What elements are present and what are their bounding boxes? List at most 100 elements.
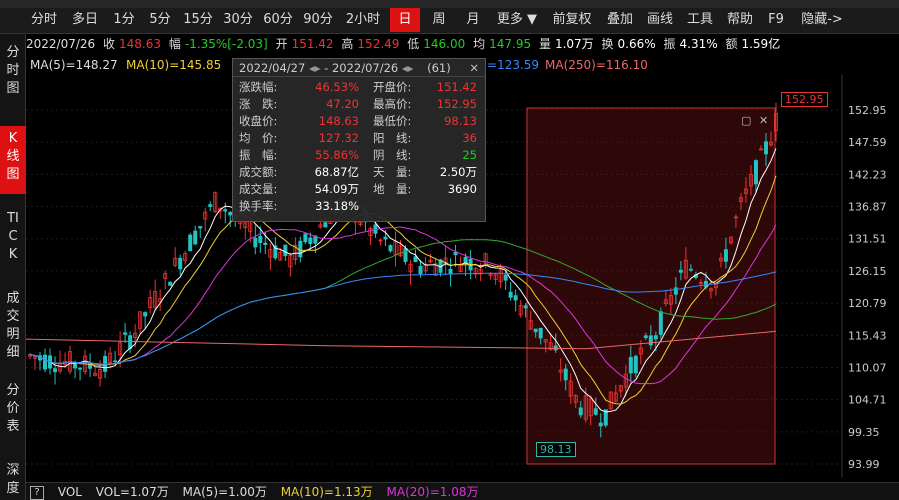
price-tick-label: 126.15 bbox=[848, 265, 887, 278]
amplitude-value: 4.31% bbox=[679, 37, 718, 51]
candle-body bbox=[308, 237, 313, 245]
vol-ma10: MA(10)=1.13万 bbox=[280, 485, 373, 499]
candle-body bbox=[193, 230, 198, 245]
toolbar-tab-2[interactable]: 1分 bbox=[108, 8, 140, 32]
vol-indicator-label[interactable]: VOL bbox=[58, 485, 82, 499]
leftnav-item-5[interactable]: 深度 bbox=[0, 458, 26, 500]
candle-body bbox=[598, 422, 603, 427]
stat-label: 成交额: bbox=[239, 165, 278, 179]
toolbar-tab-16[interactable]: 工具 bbox=[682, 8, 718, 32]
maximize-icon[interactable]: ▢ bbox=[741, 114, 751, 127]
toolbar-tab-3[interactable]: 5分 bbox=[144, 8, 176, 32]
leftnav-item-1[interactable]: K线图 bbox=[0, 126, 26, 194]
ma120-legend: =123.59 bbox=[487, 58, 540, 72]
stat-value: 36 bbox=[462, 131, 477, 145]
candle-body bbox=[198, 226, 203, 229]
candle-body bbox=[168, 281, 173, 286]
candle-body bbox=[658, 311, 663, 335]
candle-body bbox=[673, 287, 678, 295]
toolbar-tab-17[interactable]: 帮助 bbox=[722, 8, 758, 32]
stat-value: 46.53% bbox=[315, 80, 359, 94]
stats-row: 涨跌幅: 46.53% 开盘价: 151.42 bbox=[233, 79, 487, 96]
open-value: 151.42 bbox=[291, 37, 334, 51]
candle-body bbox=[178, 257, 183, 270]
toolbar-tab-18[interactable]: F9 bbox=[762, 8, 790, 32]
toolbar-tab-9[interactable]: 日 bbox=[390, 8, 420, 32]
price-tick-label: 110.07 bbox=[848, 361, 887, 374]
amount-value: 1.59亿 bbox=[741, 37, 781, 51]
candle-body bbox=[628, 357, 633, 374]
toolbar-tab-15[interactable]: 画线 bbox=[642, 8, 678, 32]
stat-label: 最低价: bbox=[373, 114, 412, 128]
candle-body bbox=[383, 236, 388, 240]
window-title-strip bbox=[0, 0, 899, 8]
toolbar-tab-12[interactable]: 更多 ▼ bbox=[492, 8, 542, 32]
candle-body bbox=[263, 242, 268, 245]
candle-body bbox=[323, 222, 328, 228]
candle-body bbox=[643, 335, 648, 339]
toolbar-tab-19[interactable]: 隐藏-> bbox=[794, 8, 850, 32]
toolbar-tab-1[interactable]: 多日 bbox=[66, 8, 104, 32]
toolbar-tab-10[interactable]: 周 bbox=[424, 8, 454, 32]
stats-row: 成交额: 68.87亿天 量: 2.50万 bbox=[233, 164, 487, 181]
toolbar-tab-14[interactable]: 叠加 bbox=[602, 8, 638, 32]
stat-label: 阴 线: bbox=[373, 148, 412, 162]
candle-body bbox=[113, 360, 118, 363]
toolbar-tab-0[interactable]: 分时 bbox=[26, 8, 62, 32]
leftnav-item-4[interactable]: 分价表 bbox=[0, 378, 26, 438]
range-end-stepper-icon[interactable]: ◂▸ bbox=[402, 61, 414, 75]
leftnav-item-2[interactable]: TICK bbox=[0, 206, 26, 284]
turnover-label: 换 bbox=[601, 37, 614, 51]
toolbar-tab-7[interactable]: 90分 bbox=[300, 8, 336, 32]
ma250-legend: MA(250)=116.10 bbox=[545, 58, 648, 72]
stat-value: 151.42 bbox=[436, 80, 477, 94]
toolbar-tab-5[interactable]: 30分 bbox=[220, 8, 256, 32]
leftnav-item-3[interactable]: 成交明细 bbox=[0, 286, 26, 364]
price-tick-label: 120.79 bbox=[848, 297, 887, 310]
candle-body bbox=[53, 368, 58, 373]
candle-body bbox=[253, 237, 258, 248]
candle-body bbox=[513, 295, 518, 301]
candle-body bbox=[388, 245, 393, 252]
candle-body bbox=[188, 234, 193, 252]
candle-body bbox=[453, 251, 458, 256]
toolbar-tab-8[interactable]: 2小时 bbox=[340, 8, 386, 32]
candle-body bbox=[143, 312, 148, 317]
toolbar-tab-4[interactable]: 15分 bbox=[180, 8, 216, 32]
ma10-legend: MA(10)=145.85 bbox=[126, 58, 222, 72]
vol-value: VOL=1.07万 bbox=[95, 485, 169, 499]
change-value: -1.35%[-2.03] bbox=[184, 37, 268, 51]
candle-body bbox=[533, 328, 538, 333]
candle-body bbox=[688, 268, 693, 271]
stat-label: 阳 线: bbox=[373, 131, 412, 145]
high-value: 152.49 bbox=[357, 37, 400, 51]
candle-body bbox=[653, 335, 658, 340]
stat-value: 127.32 bbox=[318, 131, 359, 145]
stat-value: 33.18% bbox=[315, 199, 359, 213]
candle-body bbox=[303, 233, 308, 243]
candle-body bbox=[448, 269, 453, 274]
stat-label: 涨 跌: bbox=[239, 97, 278, 111]
stat-label: 涨跌幅: bbox=[239, 80, 278, 94]
stat-label: 振 幅: bbox=[239, 148, 278, 162]
open-label: 开 bbox=[275, 37, 288, 51]
toolbar-tab-13[interactable]: 前复权 bbox=[546, 8, 598, 32]
popup-close-icon[interactable]: ✕ bbox=[469, 59, 479, 77]
quote-info-row: 2022/07/26 收 148.63 幅 -1.35%[-2.03] 开 151.4… bbox=[26, 34, 899, 54]
stat-value: 54.09万 bbox=[314, 182, 359, 196]
range-stats-popup: 2022/04/27 ◂▸ - 2022/07/26 ◂▸ (61) ✕ 涨跌幅… bbox=[232, 58, 486, 222]
toolbar-tab-11[interactable]: 月 bbox=[458, 8, 488, 32]
leftnav-item-0[interactable]: 分时图 bbox=[0, 40, 26, 100]
stats-row: 振 幅: 55.86% 阴 线: 25 bbox=[233, 147, 487, 164]
candle-body bbox=[678, 269, 683, 273]
stat-value: 55.86% bbox=[315, 148, 359, 162]
close-selection-icon[interactable]: ✕ bbox=[759, 114, 768, 127]
vol-ma5: MA(5)=1.00万 bbox=[182, 485, 267, 499]
stat-label: 成交量: bbox=[239, 182, 278, 196]
turnover-value: 0.66% bbox=[617, 37, 656, 51]
toolbar-tab-6[interactable]: 60分 bbox=[260, 8, 296, 32]
help-icon[interactable]: ? bbox=[30, 485, 44, 500]
stat-value: 148.63 bbox=[318, 114, 359, 128]
range-start-stepper-icon[interactable]: ◂▸ bbox=[309, 61, 321, 75]
period-toolbar: 分时 多日 1分 5分 15分 30分 60分 90分 2小时日周月更多 ▼ 前复权 叠加 画线 工具帮… bbox=[0, 0, 899, 34]
